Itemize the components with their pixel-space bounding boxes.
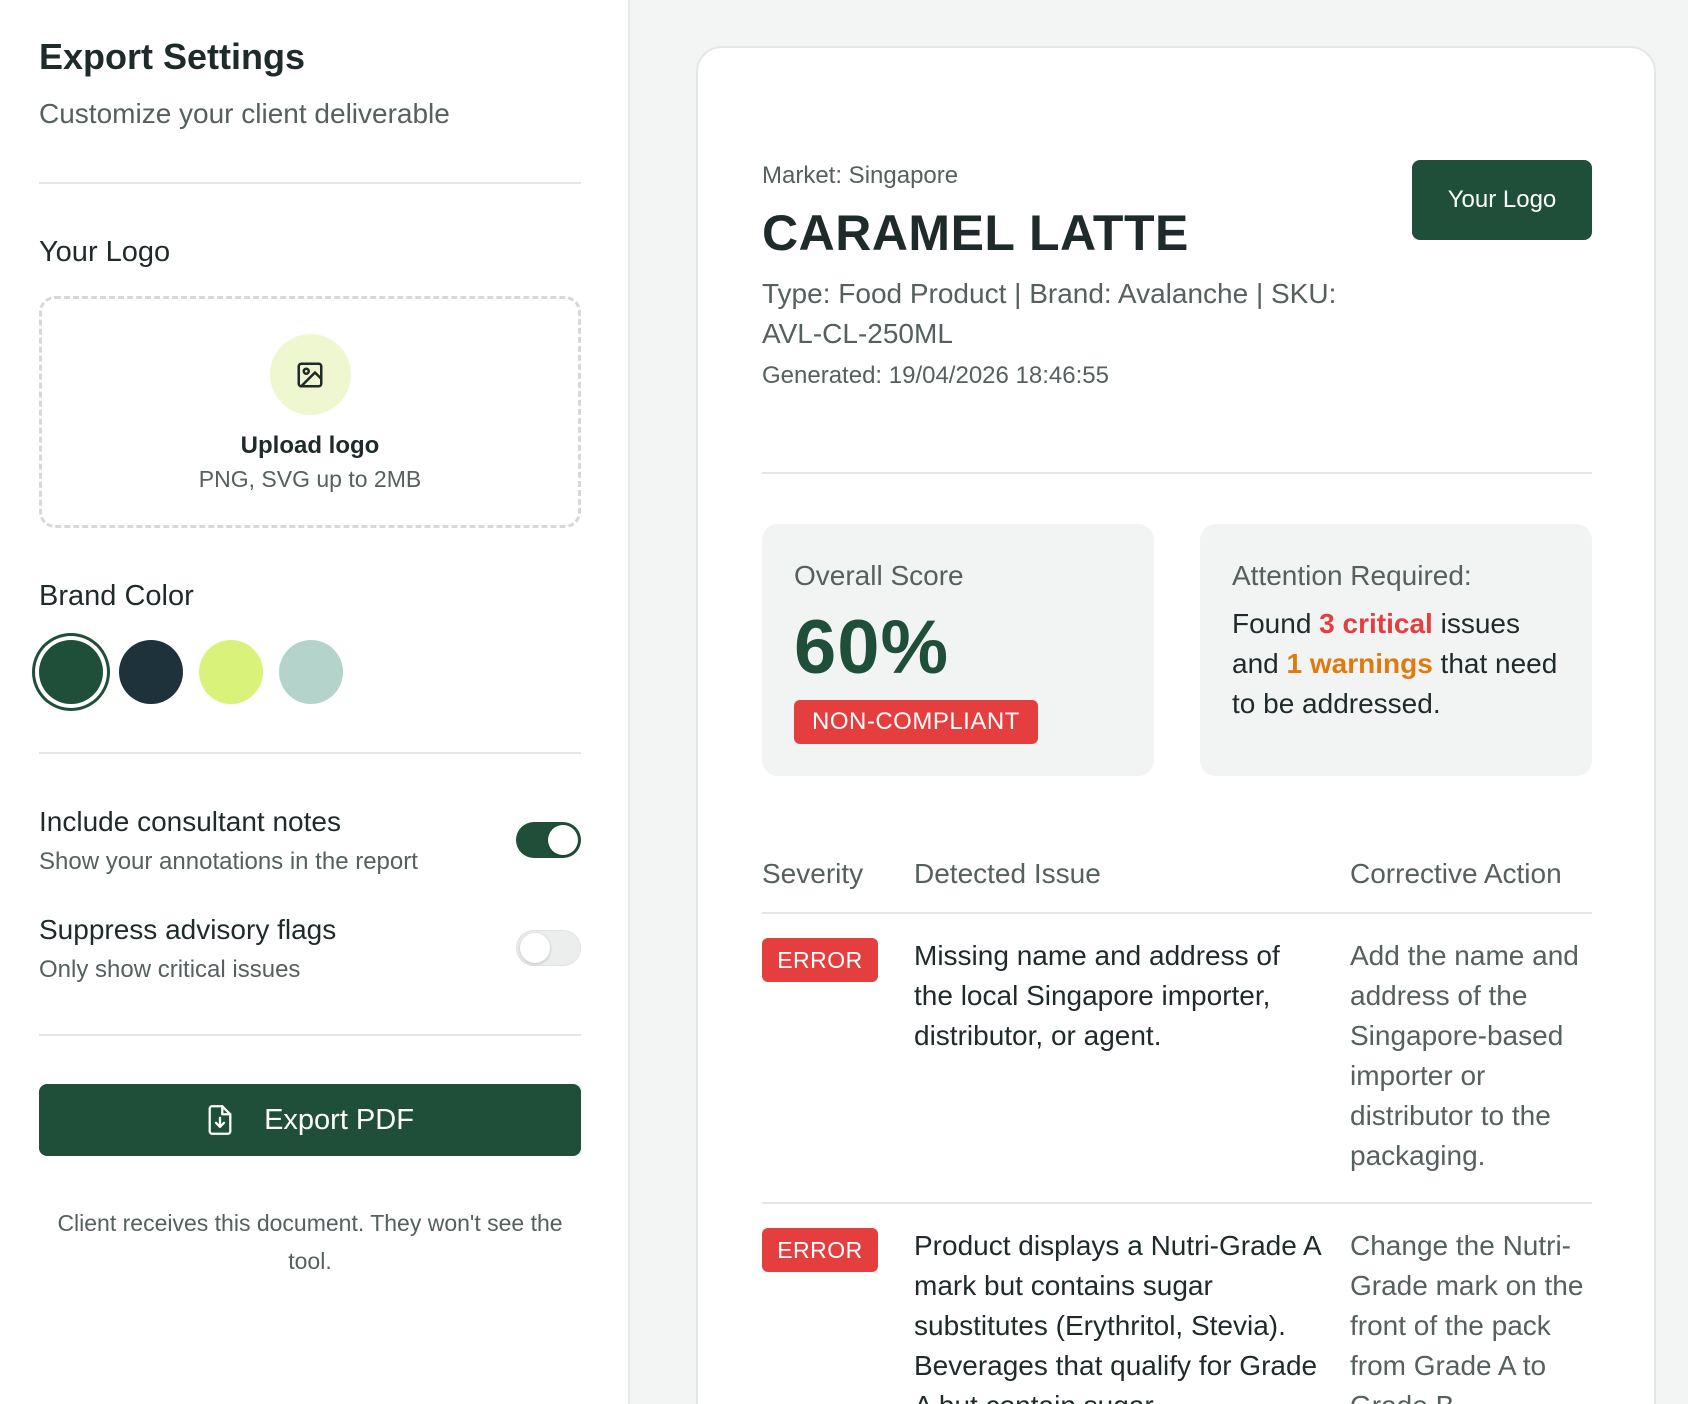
consultant-notes-title: Include consultant notes [39, 806, 341, 837]
severity-badge: ERROR [762, 1228, 878, 1272]
brand-color-label: Brand Color [39, 580, 194, 612]
corrective-action: Change the Nutri-Grade mark on the front… [1350, 1230, 1584, 1404]
product-meta: Type: Food Product | Brand: Avalanche | … [762, 278, 1337, 349]
export-settings-sidebar: Export Settings Customize your client de… [0, 0, 630, 1404]
compliance-status-badge: NON-COMPLIANT [794, 700, 1038, 744]
table-header-rule [762, 912, 1592, 914]
suppress-advisory-toggle[interactable] [516, 930, 581, 966]
attention-required-box: Attention Required: Found 3 critical iss… [1200, 524, 1592, 776]
column-header-action: Corrective Action [1350, 858, 1562, 889]
attention-label: Attention Required: [1232, 560, 1472, 591]
export-pdf-button[interactable]: Export PDF [39, 1084, 581, 1156]
column-header-severity: Severity [762, 858, 864, 889]
consultant-notes-subtitle: Show your annotations in the report [39, 848, 418, 875]
file-download-icon [206, 1104, 234, 1136]
divider [762, 472, 1592, 474]
suppress-advisory-title: Suppress advisory flags [39, 914, 337, 945]
critical-count: 3 critical [1319, 608, 1433, 639]
upload-logo-hint: PNG, SVG up to 2MB [198, 466, 422, 492]
divider [39, 1034, 581, 1036]
report-preview-card: Market: Singapore CARAMEL LATTE Type: Fo… [696, 46, 1656, 1404]
brand-color-swatch-sage[interactable] [279, 640, 343, 704]
sidebar-footer-note: Client receives this document. They won'… [57, 1210, 563, 1274]
divider [39, 752, 581, 754]
brand-color-swatch-green[interactable] [39, 640, 103, 704]
detected-issue: Missing name and address of the local Si… [914, 940, 1280, 1051]
brand-color-swatch-lime[interactable] [199, 640, 263, 704]
generated-timestamp: Generated: 19/04/2026 18:46:55 [762, 362, 1109, 389]
market-label: Market: Singapore [762, 162, 959, 189]
suppress-advisory-subtitle: Only show critical issues [39, 956, 301, 983]
image-icon [269, 334, 351, 415]
consultant-notes-toggle[interactable] [516, 822, 581, 858]
toggle-knob [520, 933, 550, 963]
sidebar-subtitle: Customize your client deliverable [39, 98, 450, 129]
overall-score-label: Overall Score [794, 560, 964, 591]
detected-issue: Product displays a Nutri-Grade A mark bu… [914, 1230, 1321, 1404]
export-pdf-label: Export PDF [264, 1103, 414, 1136]
logo-section-label: Your Logo [39, 236, 171, 268]
product-name: CARAMEL LATTE [762, 205, 1189, 261]
logo-placeholder: Your Logo [1412, 160, 1592, 240]
corrective-action: Add the name and address of the Singapor… [1350, 940, 1579, 1171]
brand-color-swatch-navy[interactable] [119, 640, 183, 704]
severity-badge: ERROR [762, 938, 878, 982]
logo-upload-dropzone[interactable]: Upload logo PNG, SVG up to 2MB [39, 296, 581, 528]
overall-score-value: 60% [794, 605, 950, 690]
column-header-issue: Detected Issue [914, 858, 1101, 889]
attention-summary: Found 3 critical issues and 1 warnings t… [1232, 608, 1558, 719]
overall-score-box: Overall Score 60% NON-COMPLIANT [762, 524, 1154, 776]
upload-logo-label: Upload logo [240, 432, 380, 459]
divider [39, 182, 581, 184]
toggle-knob [548, 825, 578, 855]
warning-count: 1 warnings [1286, 648, 1433, 679]
table-row-rule [762, 1202, 1592, 1204]
sidebar-title: Export Settings [39, 36, 306, 77]
